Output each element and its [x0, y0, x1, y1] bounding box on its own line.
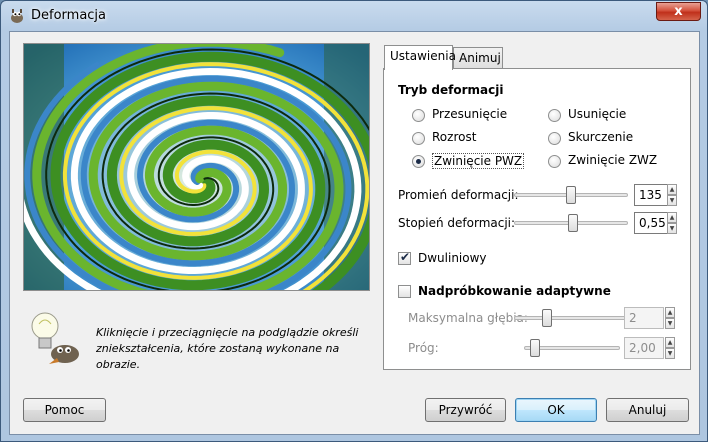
radius-row: Promień deformacji: 135 ▲ ▼ — [384, 184, 692, 208]
swirl-preview-image — [24, 44, 369, 290]
radius-value: 135 — [639, 188, 662, 202]
amount-value: 0,55 — [639, 216, 666, 230]
threshold-row: Próg: 2,00 ▲ ▼ — [384, 337, 692, 361]
amount-row: Stopień deformacji: 0,55 ▲ ▼ — [384, 212, 692, 236]
reset-button-label: Przywróć — [438, 403, 493, 417]
radio-indicator — [412, 109, 425, 122]
close-icon: x — [674, 4, 683, 19]
radio-grow-label: Rozrost — [432, 130, 477, 144]
radius-stepper[interactable]: ▲ ▼ — [667, 184, 677, 206]
reset-button[interactable]: Przywróć — [425, 398, 506, 422]
radio-swirl-ccw-label: Zwinięcie ZWZ — [568, 153, 658, 167]
radio-move-label: Przesunięcie — [432, 107, 508, 121]
hint-text: Kliknięcie i przeciągnięcie na podglądzi… — [96, 325, 381, 373]
radio-indicator-checked — [412, 155, 425, 168]
threshold-value: 2,00 — [629, 341, 656, 355]
chevron-down-icon[interactable]: ▼ — [665, 348, 675, 359]
tab-settings-label: Ustawienia — [390, 49, 456, 63]
bilinear-label: Dwuliniowy — [418, 251, 487, 265]
chevron-up-icon[interactable]: ▲ — [667, 184, 677, 195]
dialog-client-area: Kliknięcie i przeciągnięcie na podglądzi… — [9, 31, 700, 435]
threshold-stepper[interactable]: ▲ ▼ — [665, 337, 675, 359]
radio-remove-label: Usunięcie — [568, 107, 627, 121]
warp-preview-canvas[interactable] — [23, 43, 370, 291]
ok-button[interactable]: OK — [515, 398, 597, 422]
tab-settings[interactable]: Ustawienia — [384, 45, 456, 70]
chevron-down-icon[interactable]: ▼ — [667, 223, 677, 234]
radius-slider-handle[interactable] — [566, 186, 576, 204]
radio-indicator — [548, 155, 561, 168]
cancel-button-label: Anuluj — [628, 403, 667, 417]
max-depth-slider-track[interactable] — [514, 316, 628, 320]
supersample-label: Nadpróbkowanie adaptywne — [418, 284, 611, 298]
max-depth-slider-handle[interactable] — [542, 309, 552, 327]
max-depth-value: 2 — [629, 311, 637, 325]
radio-shrink-label: Skurczenie — [568, 130, 634, 144]
radio-swirl-cw-label: Zwinięcie PWZ — [432, 153, 525, 169]
amount-label: Stopień deformacji: — [398, 216, 516, 230]
help-button-label: Pomoc — [44, 403, 85, 417]
window-title: Deformacja — [31, 8, 107, 23]
max-depth-label: Maksymalna głębia: — [408, 311, 528, 325]
threshold-slider-handle[interactable] — [530, 339, 540, 357]
ok-button-label: OK — [547, 403, 565, 417]
threshold-label: Próg: — [408, 341, 439, 355]
amount-slider-handle[interactable] — [568, 214, 578, 232]
checkbox-checked-indicator — [398, 250, 411, 265]
dialog-window: Deformacja x Kliknięcie i przeciągnięcie… — [0, 0, 708, 442]
chevron-up-icon[interactable]: ▲ — [667, 212, 677, 223]
title-bar[interactable]: Deformacja x — [1, 1, 707, 31]
mode-group-title: Tryb deformacji — [398, 83, 504, 97]
hint-line-2: zniekształcenia, które zostaną wykonane … — [96, 342, 340, 371]
chevron-down-icon[interactable]: ▼ — [665, 318, 675, 329]
radio-indicator — [548, 132, 561, 145]
chevron-up-icon[interactable]: ▲ — [665, 337, 675, 348]
gimp-wilber-icon — [11, 9, 23, 23]
radio-indicator — [548, 109, 561, 122]
chevron-down-icon[interactable]: ▼ — [667, 195, 677, 206]
chevron-up-icon[interactable]: ▲ — [665, 307, 675, 318]
max-depth-row: Maksymalna głębia: 2 ▲ ▼ — [384, 307, 692, 331]
checkbox-indicator — [398, 285, 411, 298]
hint-line-1: Kliknięcie i przeciągnięcie na podglądzi… — [96, 326, 359, 339]
max-depth-stepper[interactable]: ▲ ▼ — [665, 307, 675, 329]
cancel-button[interactable]: Anuluj — [606, 398, 689, 422]
radius-label: Promień deformacji: — [398, 188, 519, 202]
max-depth-spinbox[interactable]: 2 — [624, 307, 664, 329]
tab-animate[interactable]: Animuj — [453, 47, 503, 69]
close-window-button[interactable]: x — [656, 2, 701, 21]
hint-lightbulb-wilber-icon — [23, 306, 83, 366]
tab-animate-label: Animuj — [459, 51, 501, 65]
radio-indicator — [412, 132, 425, 145]
settings-panel: Tryb deformacji Przesunięcie Usunięcie R… — [383, 68, 691, 370]
help-button[interactable]: Pomoc — [23, 398, 106, 422]
threshold-spinbox[interactable]: 2,00 — [624, 337, 664, 359]
amount-stepper[interactable]: ▲ ▼ — [667, 212, 677, 234]
